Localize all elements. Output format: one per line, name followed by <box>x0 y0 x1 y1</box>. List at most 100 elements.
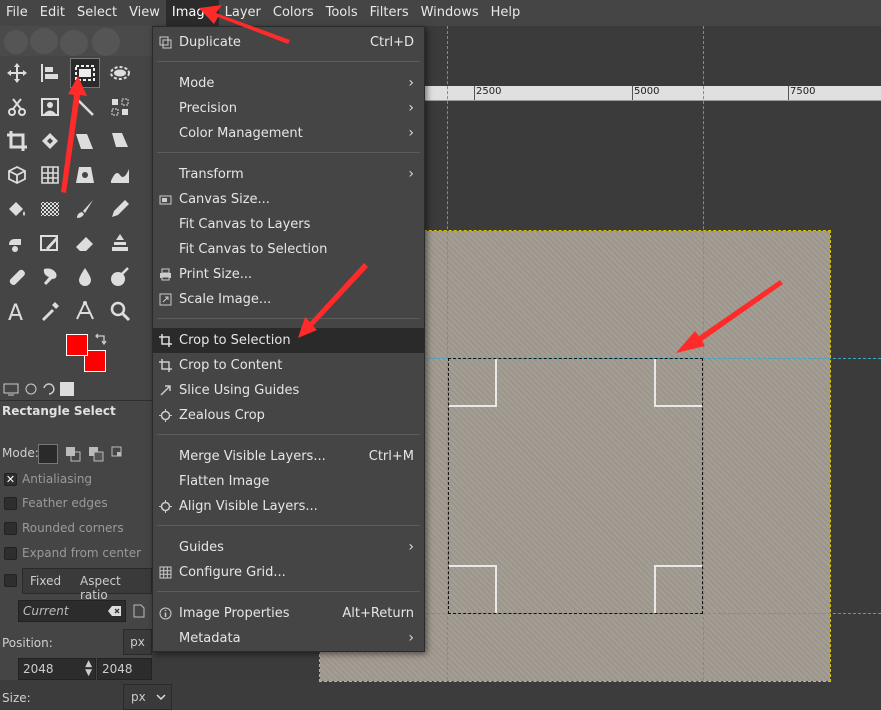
rect-select-tool-icon[interactable] <box>70 58 100 88</box>
color-picker-tool-icon[interactable] <box>35 296 65 326</box>
dodge-burn-tool-icon[interactable] <box>105 262 135 292</box>
menu-item-print-size[interactable]: Print Size... <box>153 262 424 287</box>
clone-tool-icon[interactable] <box>105 228 135 258</box>
menu-windows[interactable]: Windows <box>415 0 485 26</box>
airbrush-tool-icon[interactable] <box>2 228 32 258</box>
tool-options-tab-icon[interactable] <box>2 380 20 398</box>
menu-item-label: Transform <box>179 167 244 182</box>
antialiasing-checkbox[interactable]: ✕ <box>4 473 17 486</box>
position-x-value: 2048 <box>23 662 54 676</box>
menu-file[interactable]: File <box>0 0 34 26</box>
align-tool-icon[interactable] <box>35 58 65 88</box>
selection-handle[interactable] <box>654 359 702 407</box>
menu-tools[interactable]: Tools <box>320 0 364 26</box>
position-y-field[interactable]: 2048 <box>97 658 152 680</box>
position-unit-select[interactable]: px <box>123 629 152 655</box>
unified-transform-tool-icon[interactable] <box>35 126 65 156</box>
menu-item-guides[interactable]: Guides › <box>153 535 424 560</box>
heal-tool-icon[interactable] <box>2 262 32 292</box>
menu-item-precision[interactable]: Precision › <box>153 96 424 121</box>
menu-item-fit-canvas-selection[interactable]: Fit Canvas to Selection <box>153 237 424 262</box>
ellipse-select-tool-icon[interactable] <box>105 58 135 88</box>
zealous-crop-icon <box>159 409 172 422</box>
mode-add-button[interactable] <box>63 444 83 464</box>
text-tool-icon[interactable]: A <box>2 296 32 326</box>
scissors-select-tool-icon[interactable] <box>2 92 32 122</box>
mode-subtract-button[interactable] <box>86 444 106 464</box>
pencil-tool-icon[interactable] <box>105 194 135 224</box>
fixed-checkbox[interactable] <box>4 574 17 587</box>
select-by-color-tool-icon[interactable] <box>105 92 135 122</box>
gradient-tool-icon[interactable] <box>35 194 65 224</box>
3d-transform-tool-icon[interactable] <box>2 160 32 190</box>
menu-item-metadata[interactable]: Metadata › <box>153 626 424 651</box>
expand-from-center-label: Expand from center <box>22 546 142 560</box>
foreground-color-swatch[interactable] <box>66 334 88 356</box>
menu-item-fit-canvas-layers[interactable]: Fit Canvas to Layers <box>153 212 424 237</box>
menu-help[interactable]: Help <box>485 0 527 26</box>
menu-item-duplicate[interactable]: Duplicate Ctrl+D <box>153 30 424 55</box>
crop-icon <box>159 359 172 372</box>
images-tab-icon[interactable] <box>58 380 76 398</box>
device-status-tab-icon[interactable] <box>22 380 40 398</box>
size-unit-select[interactable]: px <box>123 684 172 710</box>
bucket-fill-tool-icon[interactable] <box>2 194 32 224</box>
menu-item-label: Zealous Crop <box>179 408 265 423</box>
menu-item-configure-grid[interactable]: Configure Grid... <box>153 560 424 585</box>
move-tool-icon[interactable] <box>2 58 32 88</box>
selection-handle[interactable] <box>449 359 497 407</box>
menu-item-merge-visible-layers[interactable]: Merge Visible Layers... Ctrl+M <box>153 444 424 469</box>
foreground-select-tool-icon[interactable] <box>35 92 65 122</box>
menu-filters[interactable]: Filters <box>364 0 415 26</box>
fixed-mode-dropdown[interactable]: Fixed Aspect ratio <box>22 568 152 602</box>
page-icon[interactable] <box>132 604 146 618</box>
menu-view[interactable]: View <box>123 0 166 26</box>
feather-edges-checkbox[interactable] <box>4 497 17 510</box>
mode-intersect-button[interactable] <box>109 444 129 464</box>
menu-item-zealous-crop[interactable]: Zealous Crop <box>153 403 424 428</box>
menu-item-crop-to-content[interactable]: Crop to Content <box>153 353 424 378</box>
warp-tool-icon[interactable] <box>105 160 135 190</box>
menu-item-color-management[interactable]: Color Management › <box>153 121 424 146</box>
paintbrush-tool-icon[interactable] <box>70 194 100 224</box>
position-x-field[interactable]: 2048 ▲ ▼ <box>18 658 96 680</box>
position-x-stepper-icon[interactable]: ▲ ▼ <box>85 660 92 678</box>
crop-tool-icon[interactable] <box>2 126 32 156</box>
eraser-tool-icon[interactable] <box>70 228 100 258</box>
shear-tool-icon[interactable] <box>105 126 135 156</box>
menu-item-transform[interactable]: Transform › <box>153 162 424 187</box>
expand-from-center-checkbox[interactable] <box>4 547 17 560</box>
cage-transform-tool-icon[interactable] <box>35 160 65 190</box>
selection-handle[interactable] <box>449 565 497 613</box>
menu-item-align-visible-layers[interactable]: Align Visible Layers... <box>153 494 424 519</box>
current-field[interactable]: Current <box>18 600 126 622</box>
blur-tool-icon[interactable] <box>70 262 100 292</box>
clear-icon[interactable] <box>108 605 122 617</box>
warp-transform-tool-icon[interactable] <box>70 126 100 156</box>
menu-layer[interactable]: Layer <box>219 0 267 26</box>
menu-item-crop-to-selection[interactable]: Crop to Selection <box>153 328 424 353</box>
menu-item-flatten-image[interactable]: Flatten Image <box>153 469 424 494</box>
rounded-corners-checkbox[interactable] <box>4 522 17 535</box>
menu-colors[interactable]: Colors <box>267 0 320 26</box>
menu-item-label: Guides <box>179 540 224 555</box>
rectangle-selection[interactable] <box>448 358 703 614</box>
undo-history-tab-icon[interactable] <box>40 380 58 398</box>
menu-edit[interactable]: Edit <box>34 0 71 26</box>
smudge-tool-icon[interactable] <box>35 262 65 292</box>
menu-item-slice-using-guides[interactable]: Slice Using Guides <box>153 378 424 403</box>
menu-image[interactable]: Image <box>165 0 219 26</box>
menu-item-mode[interactable]: Mode › <box>153 71 424 96</box>
menu-item-canvas-size[interactable]: Canvas Size... <box>153 187 424 212</box>
zoom-tool-icon[interactable] <box>105 296 135 326</box>
menu-item-image-properties[interactable]: Image Properties Alt+Return <box>153 601 424 626</box>
mode-replace-button[interactable] <box>38 444 58 464</box>
measure-tool-icon[interactable] <box>70 296 100 326</box>
menu-item-scale-image[interactable]: Scale Image... <box>153 287 424 312</box>
fuzzy-select-tool-icon[interactable] <box>70 92 100 122</box>
swap-colors-icon[interactable] <box>94 332 108 346</box>
selection-handle[interactable] <box>654 565 702 613</box>
menu-select[interactable]: Select <box>71 0 123 26</box>
perspective-tool-icon[interactable] <box>70 160 100 190</box>
ink-tool-icon[interactable] <box>35 228 65 258</box>
